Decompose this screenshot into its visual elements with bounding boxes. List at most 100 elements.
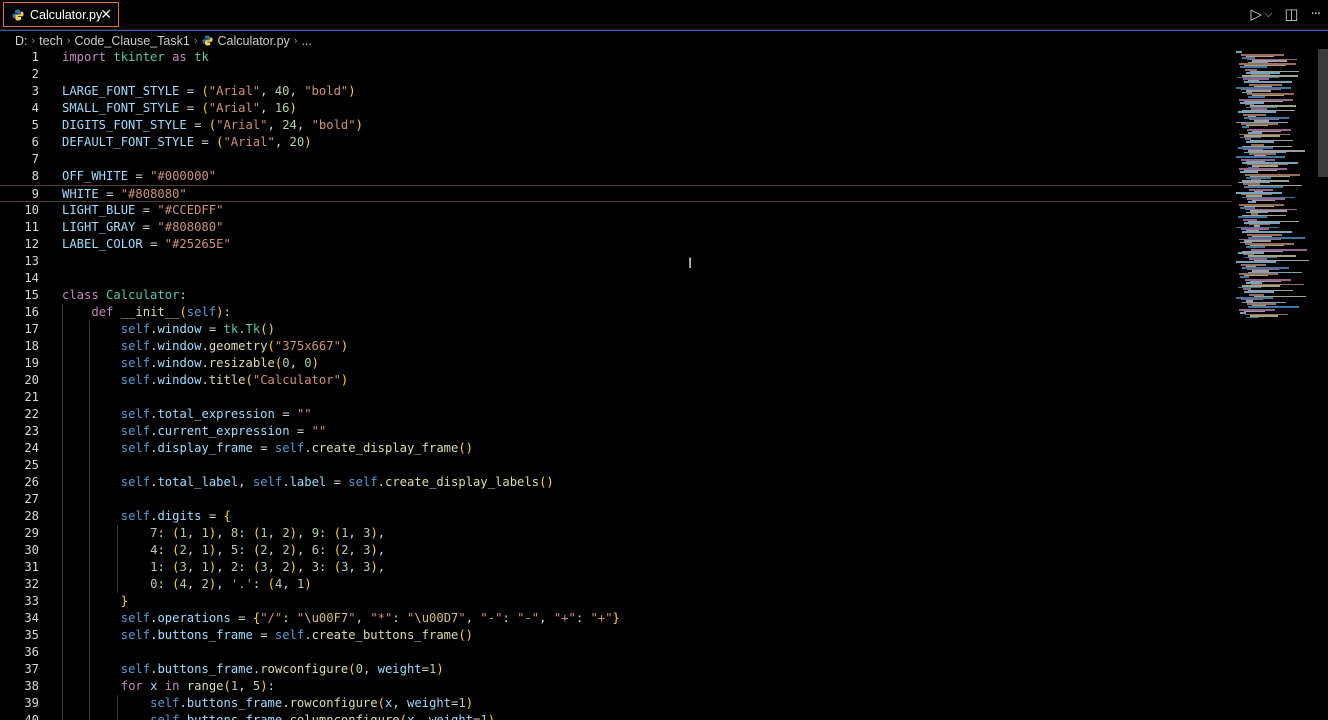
- line-number: 14: [24, 271, 39, 285]
- code-line[interactable]: 6 DEFAULT_FONT_STYLE = ("Arial", 20): [0, 134, 1232, 151]
- code-line[interactable]: 11 LIGHT_GRAY = "#808080": [0, 219, 1232, 236]
- code-line[interactable]: 2: [0, 66, 1232, 83]
- tab-title: Calculator.py: [30, 7, 103, 22]
- python-file-icon: [12, 9, 24, 20]
- chevron-down-icon[interactable]: ⌵: [1264, 7, 1272, 21]
- code-text: for x in range(1, 5):: [120, 679, 275, 693]
- line-number: 36: [24, 645, 39, 659]
- line-number: 23: [24, 424, 39, 438]
- minimap-line: [1248, 306, 1299, 308]
- more-actions-icon[interactable]: ···: [1311, 7, 1321, 22]
- line-number: 22: [24, 407, 39, 421]
- code-line[interactable]: 30 4: (2, 1), 5: (2, 2), 6: (2, 3),: [0, 542, 1232, 559]
- code-line[interactable]: 5 DIGITS_FONT_STYLE = ("Arial", 24, "bold…: [0, 117, 1232, 134]
- code-line[interactable]: 32 0: (4, 2), '.': (4, 1): [0, 576, 1232, 593]
- code-line[interactable]: 13: [0, 253, 1232, 270]
- chevron-right-icon: ›: [66, 34, 71, 47]
- minimap-line: [1246, 141, 1274, 143]
- code-text: LARGE_FONT_STYLE = ("Arial", 40, "bold"): [62, 84, 356, 98]
- code-line[interactable]: 10 LIGHT_BLUE = "#CCEDFF": [0, 202, 1232, 219]
- code-line[interactable]: 12 LABEL_COLOR = "#25265E": [0, 236, 1232, 253]
- breadcrumb-folder[interactable]: Code_Clause_Task1: [74, 34, 189, 48]
- code-editor[interactable]: 1 import tkinter as tk 2 3 LARGE_FONT_STYLE …: [0, 49, 1316, 720]
- code-text: self.digits = {: [120, 509, 231, 523]
- code-text: 7: (1, 1), 8: (1, 2), 9: (1, 3),: [150, 526, 386, 540]
- code-line[interactable]: 27: [0, 491, 1232, 508]
- code-text: self.total_expression = "": [120, 407, 312, 421]
- code-line[interactable]: 17 self.window = tk.Tk(): [0, 321, 1232, 338]
- code-text: DEFAULT_FONT_STYLE = ("Arial", 20): [62, 135, 312, 149]
- tab-bar: Calculator.py ✕ ▷ ⌵ ◫ ···: [0, 0, 1328, 30]
- code-line[interactable]: 28 self.digits = {: [0, 508, 1232, 525]
- code-line[interactable]: 3 LARGE_FONT_STYLE = ("Arial", 40, "bold"…: [0, 83, 1232, 100]
- minimap-line: [1246, 246, 1265, 248]
- editor-actions: ▷ ⌵ ◫ ···: [1251, 5, 1322, 23]
- chevron-right-icon: ›: [293, 34, 298, 47]
- code-line[interactable]: 7: [0, 151, 1232, 168]
- code-text: self.window.geometry("375x667"): [120, 339, 349, 353]
- line-number: 13: [24, 254, 39, 268]
- line-number: 2: [31, 67, 39, 81]
- indent-guide: [62, 304, 63, 720]
- minimap-line: [1242, 126, 1249, 128]
- code-line[interactable]: 34 self.operations = {"/": "\u00F7", "*"…: [0, 610, 1232, 627]
- code-line[interactable]: 19 self.window.resizable(0, 0): [0, 355, 1232, 372]
- breadcrumb-file[interactable]: Calculator.py: [218, 34, 290, 48]
- code-line[interactable]: 18 self.window.geometry("375x667"): [0, 338, 1232, 355]
- code-text: 4: (2, 1), 5: (2, 2), 6: (2, 3),: [150, 543, 386, 557]
- code-text: self.display_frame = self.create_display…: [120, 441, 474, 455]
- line-number: 27: [24, 492, 39, 506]
- code-line[interactable]: 22 self.total_expression = "": [0, 406, 1232, 423]
- minimap[interactable]: [1232, 49, 1316, 720]
- vertical-scrollbar[interactable]: [1316, 49, 1328, 720]
- minimap-line: [1240, 276, 1249, 278]
- chevron-right-icon: ›: [31, 34, 36, 47]
- code-line[interactable]: 36: [0, 644, 1232, 661]
- code-line[interactable]: 38 for x in range(1, 5):: [0, 678, 1232, 695]
- breadcrumb-symbol[interactable]: ...: [301, 34, 311, 48]
- minimap-line: [1248, 201, 1256, 203]
- code-line[interactable]: 9 WHITE = "#808080": [0, 185, 1232, 202]
- code-text: OFF_WHITE = "#000000": [62, 169, 217, 183]
- close-icon[interactable]: ✕: [100, 6, 112, 23]
- code-line[interactable]: 40 self.buttons_frame.columnconfigure(x,…: [0, 712, 1232, 720]
- code-line[interactable]: 26 self.total_label, self.label = self.c…: [0, 474, 1232, 491]
- code-text: self.buttons_frame = self.create_buttons…: [120, 628, 474, 642]
- code-line[interactable]: 21: [0, 389, 1232, 406]
- minimap-line: [1246, 124, 1268, 126]
- code-line[interactable]: 37 self.buttons_frame.rowconfigure(0, we…: [0, 661, 1232, 678]
- code-line[interactable]: 39 self.buttons_frame.rowconfigure(x, we…: [0, 695, 1232, 712]
- indent-guide: [117, 525, 118, 593]
- code-text: 0: (4, 2), '.': (4, 1): [150, 577, 312, 591]
- line-number: 33: [24, 594, 39, 608]
- code-line[interactable]: 35 self.buttons_frame = self.create_butt…: [0, 627, 1232, 644]
- line-number: 12: [24, 237, 39, 251]
- code-line[interactable]: 25: [0, 457, 1232, 474]
- breadcrumb: D: › tech › Code_Clause_Task1 › Calculat…: [0, 30, 1328, 50]
- breadcrumb-drive[interactable]: D:: [15, 34, 28, 48]
- code-line[interactable]: 33 }: [0, 593, 1232, 610]
- code-line[interactable]: 4 SMALL_FONT_STYLE = ("Arial", 16): [0, 100, 1232, 117]
- split-editor-icon[interactable]: ◫: [1284, 5, 1298, 23]
- breadcrumb-tech[interactable]: tech: [39, 34, 63, 48]
- line-number: 32: [24, 577, 39, 591]
- code-line[interactable]: 15 class Calculator:: [0, 287, 1232, 304]
- code-line[interactable]: 20 self.window.title("Calculator"): [0, 372, 1232, 389]
- code-line[interactable]: 29 7: (1, 1), 8: (1, 2), 9: (1, 3),: [0, 525, 1232, 542]
- code-line[interactable]: 24 self.display_frame = self.create_disp…: [0, 440, 1232, 457]
- code-text: class Calculator:: [62, 288, 187, 302]
- tab-calculator-py[interactable]: Calculator.py ✕: [3, 2, 119, 27]
- scrollbar-thumb[interactable]: [1318, 49, 1328, 177]
- run-icon[interactable]: ▷: [1251, 5, 1263, 23]
- code-line[interactable]: 31 1: (3, 1), 2: (3, 2), 3: (3, 3),: [0, 559, 1232, 576]
- code-line[interactable]: 23 self.current_expression = "": [0, 423, 1232, 440]
- code-line[interactable]: 1 import tkinter as tk: [0, 49, 1232, 66]
- code-text: self.window.resizable(0, 0): [120, 356, 319, 370]
- code-line[interactable]: 16 def __init__(self):: [0, 304, 1232, 321]
- minimap-line: [1236, 51, 1242, 53]
- code-text: WHITE = "#808080": [62, 187, 187, 201]
- code-line[interactable]: 14: [0, 270, 1232, 287]
- minimap-line: [1238, 111, 1276, 113]
- text-cursor-icon: I: [688, 256, 693, 272]
- code-line[interactable]: 8 OFF_WHITE = "#000000": [0, 168, 1232, 185]
